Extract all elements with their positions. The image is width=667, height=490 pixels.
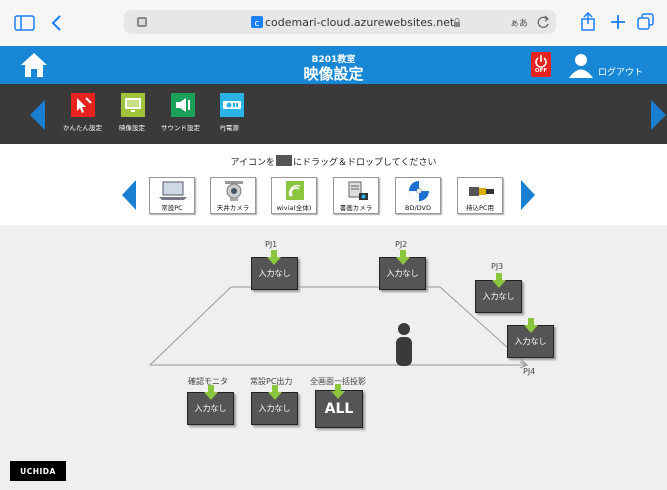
settings-toolbar xyxy=(0,84,667,144)
laptop-icon xyxy=(159,181,187,200)
monitor-icon xyxy=(125,98,141,112)
pj1-drop-arrow-icon xyxy=(267,250,281,265)
source-document-camera-label: 書画カメラ xyxy=(339,204,373,212)
toolbar-video-label: 映像設定 xyxy=(119,124,145,132)
power-off-label: OFF xyxy=(534,68,548,74)
source-ceiling-camera[interactable]: 天井カメラ xyxy=(210,177,256,214)
source-byod-pc[interactable]: 持込PC用 xyxy=(457,177,503,214)
pc-output-drop-arrow-icon xyxy=(268,385,282,400)
sidebar-toggle-icon[interactable] xyxy=(14,14,36,32)
toolbar-next-arrow-icon[interactable] xyxy=(651,100,667,130)
toolbar-easy-setup-label: かんたん設定 xyxy=(63,124,102,132)
lock-icon xyxy=(454,18,460,27)
document-camera-icon xyxy=(348,181,368,200)
text-size-button[interactable]: ぁあ xyxy=(510,16,528,29)
hdmi-cable-icon xyxy=(469,187,494,196)
site-favicon-icon: c xyxy=(251,16,263,28)
pj3-label: PJ3 xyxy=(491,262,504,271)
pj3-drop-arrow-icon xyxy=(492,273,506,288)
pj2-drop-arrow-icon xyxy=(396,250,410,265)
source-ceiling-camera-label: 天井カメラ xyxy=(216,204,250,212)
instruction-text-after: にドラッグ＆ドロップしてください xyxy=(293,158,437,168)
toolbar-sound-button[interactable] xyxy=(171,93,195,117)
share-icon[interactable] xyxy=(580,12,596,32)
back-icon[interactable] xyxy=(50,13,64,33)
source-byod-pc-label: 持込PC用 xyxy=(466,204,494,212)
source-wivia[interactable]: wivia(全体) xyxy=(271,177,317,214)
monitor-drop-arrow-icon xyxy=(204,385,218,400)
drop-target-sample-icon xyxy=(276,155,293,166)
source-document-camera[interactable]: 書画カメラ xyxy=(333,177,379,214)
toolbar-video-button[interactable] xyxy=(121,93,145,117)
tabs-overview-icon[interactable] xyxy=(637,13,655,31)
source-bd-dvd-label: BD/DVD xyxy=(405,204,431,212)
projector-icon xyxy=(223,101,241,109)
drag-instruction: アイコンを にドラッグ＆ドロップしてください xyxy=(0,155,667,168)
new-tab-icon[interactable] xyxy=(610,14,626,30)
room-floor-outline xyxy=(149,286,529,369)
easy-setup-icon xyxy=(77,97,92,113)
ceiling-camera-icon xyxy=(225,181,243,201)
toolbar-sound-label: サウンド設定 xyxy=(161,124,200,132)
speaker-icon xyxy=(176,98,190,112)
url-text: codemari-cloud.azurewebsites.net xyxy=(265,16,455,29)
source-pc[interactable]: 常設PC xyxy=(149,177,195,214)
pj4-label: PJ4 xyxy=(523,367,536,376)
pj4-drop-arrow-icon xyxy=(524,318,538,333)
palette-prev-arrow-icon[interactable] xyxy=(122,180,137,210)
presenter-figure-icon xyxy=(396,323,412,366)
toolbar-easy-setup-button[interactable] xyxy=(71,93,95,117)
instruction-text-before: アイコンを xyxy=(230,158,276,168)
wireless-icon xyxy=(286,181,304,200)
logout-button[interactable]: ログアウト xyxy=(598,65,643,78)
pj1-label: PJ1 xyxy=(265,240,278,249)
palette-next-arrow-icon[interactable] xyxy=(521,180,536,210)
user-icon[interactable] xyxy=(567,53,595,79)
disc-icon xyxy=(409,181,429,201)
pj2-label: PJ2 xyxy=(395,240,408,249)
toolbar-pj-power-button[interactable] xyxy=(220,93,244,117)
source-pc-label: 常設PC xyxy=(161,204,183,212)
all-screens-drop-arrow-icon xyxy=(331,384,345,399)
brand-logo: UCHIDA xyxy=(10,461,66,481)
tab-favicon-icon xyxy=(137,17,147,27)
source-bd-dvd[interactable]: BD/DVD xyxy=(395,177,441,214)
toolbar-prev-arrow-icon[interactable] xyxy=(30,100,46,130)
svg-text:c: c xyxy=(255,19,260,28)
source-wivia-label: wivia(全体) xyxy=(276,204,312,212)
toolbar-pj-power-label: PJ電源 xyxy=(220,124,239,132)
reload-icon[interactable] xyxy=(536,14,550,30)
power-off-button[interactable]: OFF xyxy=(531,52,551,77)
